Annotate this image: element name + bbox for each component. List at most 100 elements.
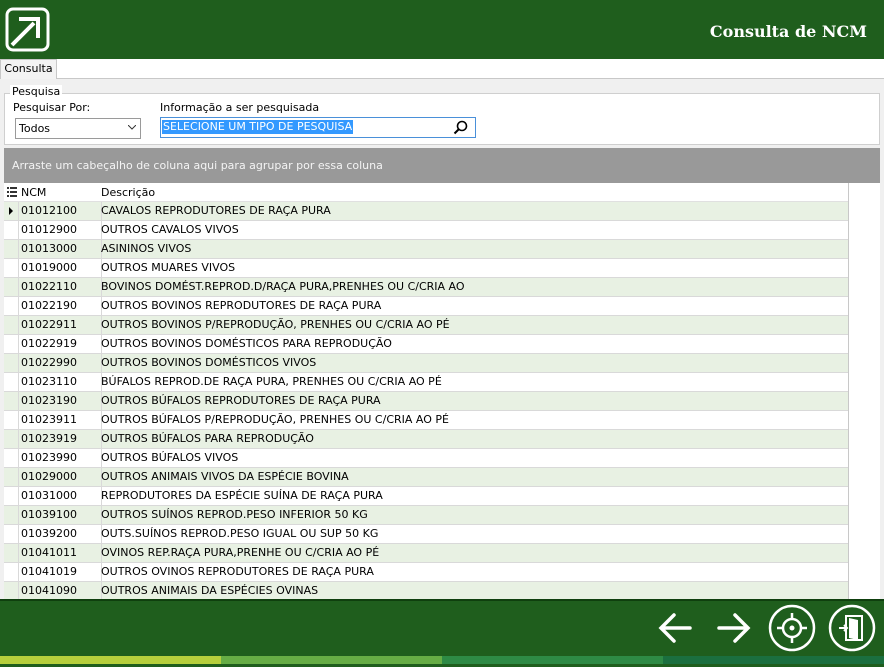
cell-ncm: 01022190 — [19, 297, 102, 315]
row-indicator — [4, 259, 19, 277]
search-icon[interactable] — [453, 120, 468, 135]
table-row[interactable]: 01023911 OUTROS BÚFALOS P/REPRODUÇÃO, PRE… — [4, 411, 849, 430]
table-row[interactable]: 01023919 OUTROS BÚFALOS PARA REPRODUÇÃO — [4, 430, 849, 449]
cell-ncm: 01029000 — [19, 468, 102, 486]
table-row[interactable]: 01031000 REPRODUTORES DA ESPÉCIE SUÍNA DE… — [4, 487, 849, 506]
cell-descricao: OUTROS BÚFALOS PARA REPRODUÇÃO — [101, 432, 314, 445]
arrow-right-icon[interactable] — [711, 606, 755, 650]
cell-descricao: OUTROS BOVINOS REPRODUTORES DE RAÇA PURA — [101, 299, 382, 312]
cell-ncm: 01022110 — [19, 278, 102, 296]
group-by-hint: Arraste um cabeçalho de coluna aqui para… — [12, 159, 383, 172]
table-row[interactable]: 01041011 OVINOS REP.RAÇA PURA,PRENHE OU C… — [4, 544, 849, 563]
footer-stripe-1 — [0, 656, 221, 664]
table-row[interactable]: 01041090 OUTROS ANIMAIS DA ESPÉCIES OVINA… — [4, 582, 849, 599]
cell-descricao: OUTROS ANIMAIS VIVOS DA ESPÉCIE BOVINA — [101, 470, 349, 483]
cell-ncm: 01023110 — [19, 373, 102, 391]
crosshair-icon[interactable] — [768, 604, 816, 652]
table-row[interactable]: 01039200 OUTS.SUÍNOS REPROD.PESO IGUAL OU… — [4, 525, 849, 544]
exit-door-icon[interactable] — [828, 604, 876, 652]
table-row[interactable]: 01022990 OUTROS BOVINOS DOMÉSTICOS VIVOS — [4, 354, 849, 373]
cell-ncm: 01023911 — [19, 411, 102, 429]
cell-ncm: 01013000 — [19, 240, 102, 258]
current-row-indicator-icon — [4, 202, 19, 220]
app-logo — [5, 7, 50, 52]
cell-descricao: OUTROS BOVINOS DOMÉSTICOS PARA REPRODUÇÃ… — [101, 337, 392, 350]
cell-descricao: OUTROS MUARES VIVOS — [101, 261, 236, 274]
cell-descricao: OUTS.SUÍNOS REPROD.PESO IGUAL OU SUP 50 … — [101, 527, 379, 540]
row-indicator — [4, 335, 19, 353]
cell-descricao: OUTROS BÚFALOS VIVOS — [101, 451, 239, 464]
tab-strip: Consulta — [0, 59, 884, 79]
cell-ncm: 01031000 — [19, 487, 102, 505]
table-row[interactable]: 01013000 ASININOS VIVOS — [4, 240, 849, 259]
row-indicator — [4, 221, 19, 239]
table-row[interactable]: 01039100 OUTROS SUÍNOS REPROD.PESO INFERI… — [4, 506, 849, 525]
footer-bar — [0, 599, 884, 667]
table-row[interactable]: 01029000 OUTROS ANIMAIS VIVOS DA ESPÉCIE … — [4, 468, 849, 487]
row-indicator — [4, 411, 19, 429]
grid-right-border — [848, 183, 849, 599]
search-input[interactable]: SELECIONE UM TIPO DE PESQUISA — [160, 117, 476, 138]
table-row[interactable]: 01022110 BOVINOS DOMÉST.REPROD.D/RAÇA PUR… — [4, 278, 849, 297]
table-row[interactable]: 01012100 CAVALOS REPRODUTORES DE RAÇA PUR… — [4, 202, 849, 221]
cell-descricao: OUTROS CAVALOS VIVOS — [101, 223, 239, 236]
search-by-label: Pesquisar Por: — [13, 101, 91, 114]
row-indicator — [4, 240, 19, 258]
cell-descricao: BÚFALOS REPROD.DE RAÇA PURA, PRENHES OU … — [101, 375, 442, 388]
table-row[interactable]: 01022190 OUTROS BOVINOS REPRODUTORES DE R… — [4, 297, 849, 316]
row-indicator — [4, 468, 19, 486]
column-header-ncm[interactable]: NCM — [21, 186, 46, 199]
table-row[interactable]: 01023190 OUTROS BÚFALOS REPRODUTORES DE R… — [4, 392, 849, 411]
table-row[interactable]: 01023110 BÚFALOS REPROD.DE RAÇA PURA, PRE… — [4, 373, 849, 392]
cell-descricao: OUTROS SUÍNOS REPROD.PESO INFERIOR 50 KG — [101, 508, 368, 521]
cell-descricao: OUTROS BOVINOS P/REPRODUÇÃO, PRENHES OU … — [101, 318, 450, 331]
footer-stripe-2 — [221, 656, 442, 664]
row-indicator — [4, 392, 19, 410]
cell-descricao: OVINOS REP.RAÇA PURA,PRENHE OU C/CRIA AO… — [101, 546, 380, 559]
search-by-value: Todos — [19, 122, 51, 135]
cell-ncm: 01022990 — [19, 354, 102, 372]
search-input-value: SELECIONE UM TIPO DE PESQUISA — [162, 120, 354, 134]
row-indicator — [4, 278, 19, 296]
chevron-down-icon — [128, 125, 136, 130]
row-indicator — [4, 430, 19, 448]
table-row[interactable]: 01022919 OUTROS BOVINOS DOMÉSTICOS PARA R… — [4, 335, 849, 354]
table-row[interactable]: 01023990 OUTROS BÚFALOS VIVOS — [4, 449, 849, 468]
cell-ncm: 01022911 — [19, 316, 102, 334]
row-indicator — [4, 354, 19, 372]
header-bar: Consulta de NCM — [0, 0, 884, 60]
cell-ncm: 01041090 — [19, 582, 102, 599]
column-chooser-icon[interactable] — [7, 187, 17, 197]
row-indicator — [4, 563, 19, 581]
grid-header: NCM Descrição — [4, 183, 849, 202]
table-row[interactable]: 01041019 OUTROS OVINOS REPRODUTORES DE RA… — [4, 563, 849, 582]
column-header-descricao[interactable]: Descrição — [101, 186, 155, 199]
row-indicator — [4, 297, 19, 315]
row-indicator — [4, 316, 19, 334]
table-row[interactable]: 01022911 OUTROS BOVINOS P/REPRODUÇÃO, PRE… — [4, 316, 849, 335]
cell-ncm: 01023919 — [19, 430, 102, 448]
row-indicator — [4, 487, 19, 505]
table-row[interactable]: 01019000 OUTROS MUARES VIVOS — [4, 259, 849, 278]
search-by-select[interactable]: Todos — [15, 118, 141, 139]
cell-ncm: 01019000 — [19, 259, 102, 277]
cell-descricao: OUTROS ANIMAIS DA ESPÉCIES OVINAS — [101, 584, 319, 597]
row-indicator — [4, 506, 19, 524]
info-label: Informação a ser pesquisada — [160, 101, 320, 114]
cell-descricao: BOVINOS DOMÉST.REPROD.D/RAÇA PURA,PRENHE… — [101, 280, 465, 293]
table-row[interactable]: 01012900 OUTROS CAVALOS VIVOS — [4, 221, 849, 240]
arrow-left-icon[interactable] — [654, 606, 698, 650]
search-group-title: Pesquisa — [10, 85, 63, 98]
cell-descricao: OUTROS BÚFALOS P/REPRODUÇÃO, PRENHES OU … — [101, 413, 449, 426]
tab-consulta[interactable]: Consulta — [0, 59, 57, 79]
group-by-panel[interactable]: Arraste um cabeçalho de coluna aqui para… — [4, 148, 880, 183]
cell-descricao: OUTROS OVINOS REPRODUTORES DE RAÇA PURA — [101, 565, 374, 578]
footer-stripe-4 — [663, 656, 884, 664]
row-indicator — [4, 373, 19, 391]
cell-ncm: 01012900 — [19, 221, 102, 239]
cell-ncm: 01012100 — [19, 202, 102, 220]
cell-descricao: OUTROS BOVINOS DOMÉSTICOS VIVOS — [101, 356, 317, 369]
cell-descricao: REPRODUTORES DA ESPÉCIE SUÍNA DE RAÇA PU… — [101, 489, 383, 502]
cell-descricao: OUTROS BÚFALOS REPRODUTORES DE RAÇA PURA — [101, 394, 381, 407]
cell-ncm: 01023190 — [19, 392, 102, 410]
